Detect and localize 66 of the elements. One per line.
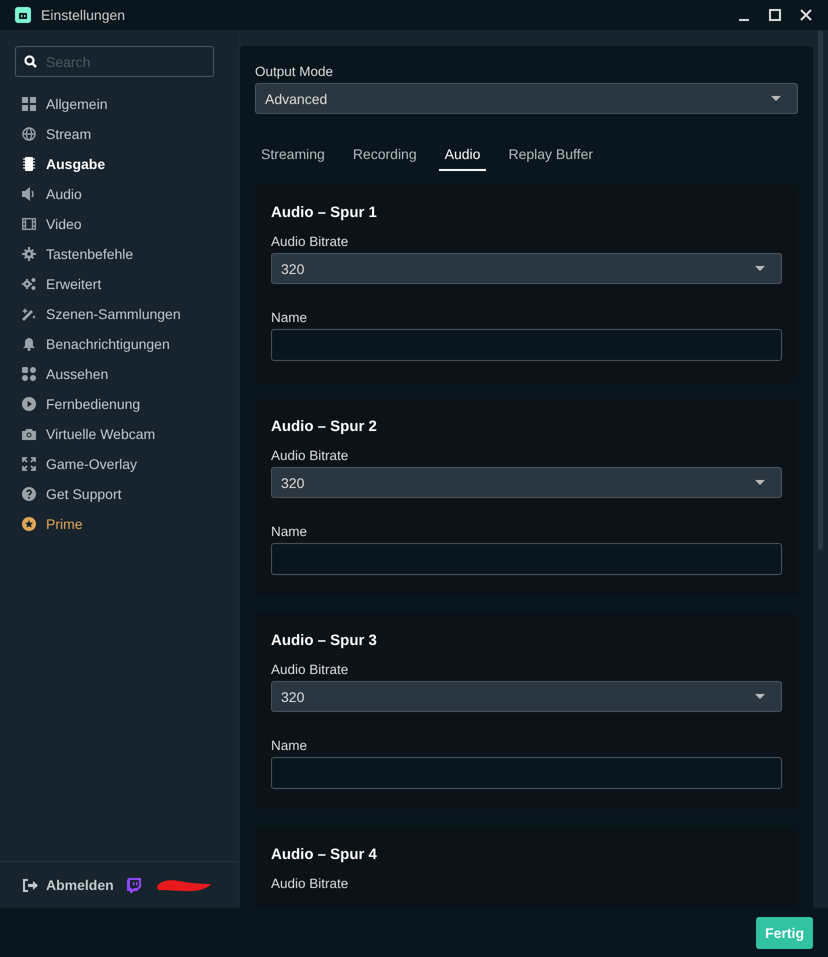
caret-icon: [755, 694, 765, 699]
wand-icon: [22, 307, 36, 321]
name-input-field[interactable]: [271, 329, 782, 361]
twitch-icon: [126, 878, 141, 892]
help-icon: [22, 487, 36, 501]
film-icon: [22, 217, 36, 231]
caret-icon: [755, 480, 765, 485]
field-label: Name: [271, 524, 308, 539]
tab[interactable]: Recording: [352, 137, 417, 171]
sidebar-item[interactable]: Fernbedienung: [22, 389, 238, 419]
bell-icon: [22, 337, 36, 351]
gears-icon: [22, 277, 36, 291]
grid-icon: [22, 97, 36, 111]
tab[interactable]: Audio: [438, 137, 486, 171]
star-icon: [22, 517, 36, 531]
bitrate-dropdown[interactable]: 320: [271, 253, 782, 284]
bitrate-dropdown[interactable]: 320: [271, 467, 782, 498]
field-label: Name: [271, 738, 308, 753]
shapes-icon: [22, 367, 36, 381]
sidebar-item[interactable]: Stream: [22, 119, 238, 149]
camera-icon: [22, 427, 36, 441]
sidebar-item[interactable]: Video: [22, 209, 238, 239]
sidebar-item[interactable]: Ausgabe: [22, 149, 238, 179]
logout-link[interactable]: Abmelden: [23, 877, 114, 893]
maximize-icon[interactable]: [769, 9, 781, 21]
field-label: Audio Bitrate: [271, 876, 350, 891]
name-input-field[interactable]: [271, 757, 782, 789]
card-title: Audio – Spur 4: [271, 846, 378, 863]
search-icon: [24, 55, 37, 68]
caret-icon: [771, 96, 781, 101]
caret-icon: [755, 266, 765, 271]
gear-icon: [22, 247, 36, 261]
name-input-field[interactable]: [271, 543, 782, 575]
sidebar-item[interactable]: Aussehen: [22, 359, 238, 389]
field-label: Name: [271, 310, 308, 325]
card-title: Audio – Spur 1: [271, 204, 378, 221]
sidebar-item[interactable]: Erweitert: [22, 269, 238, 299]
chip-icon: [22, 157, 36, 171]
sidebar-item[interactable]: Tastenbefehle: [22, 239, 238, 269]
card-title: Audio – Spur 3: [271, 632, 378, 649]
window-title: Einstellungen: [41, 7, 126, 23]
scrollbar-thumb[interactable]: [818, 30, 823, 550]
card-title: Audio – Spur 2: [271, 418, 378, 435]
sidebar-item[interactable]: Audio: [22, 179, 238, 209]
close-icon[interactable]: [800, 9, 812, 21]
field-label: Audio Bitrate: [271, 234, 350, 249]
sidebar-item[interactable]: Szenen-Sammlungen: [22, 299, 238, 329]
tab[interactable]: Replay Buffer: [508, 137, 594, 171]
logout-icon: [23, 878, 38, 892]
bitrate-dropdown[interactable]: 320: [271, 681, 782, 712]
speaker-icon: [22, 187, 36, 201]
expand-icon: [22, 457, 36, 471]
sidebar-item[interactable]: Prime: [22, 509, 238, 539]
sidebar-item[interactable]: Benachrichtigungen: [22, 329, 238, 359]
sidebar-item[interactable]: Game-Overlay: [22, 449, 238, 479]
sidebar-item[interactable]: Virtuelle Webcam: [22, 419, 238, 449]
field-label: Output Mode: [255, 64, 334, 79]
sidebar-item[interactable]: Allgemein: [22, 89, 238, 119]
tab[interactable]: Streaming: [261, 137, 325, 171]
sidebar-item[interactable]: Get Support: [22, 479, 238, 509]
app-logo-icon: [15, 7, 31, 23]
field-label: Audio Bitrate: [271, 448, 350, 463]
field-label: Audio Bitrate: [271, 662, 350, 677]
output-mode-dropdown[interactable]: Advanced: [255, 83, 798, 114]
play-icon: [22, 397, 36, 411]
globe-icon: [22, 127, 36, 141]
